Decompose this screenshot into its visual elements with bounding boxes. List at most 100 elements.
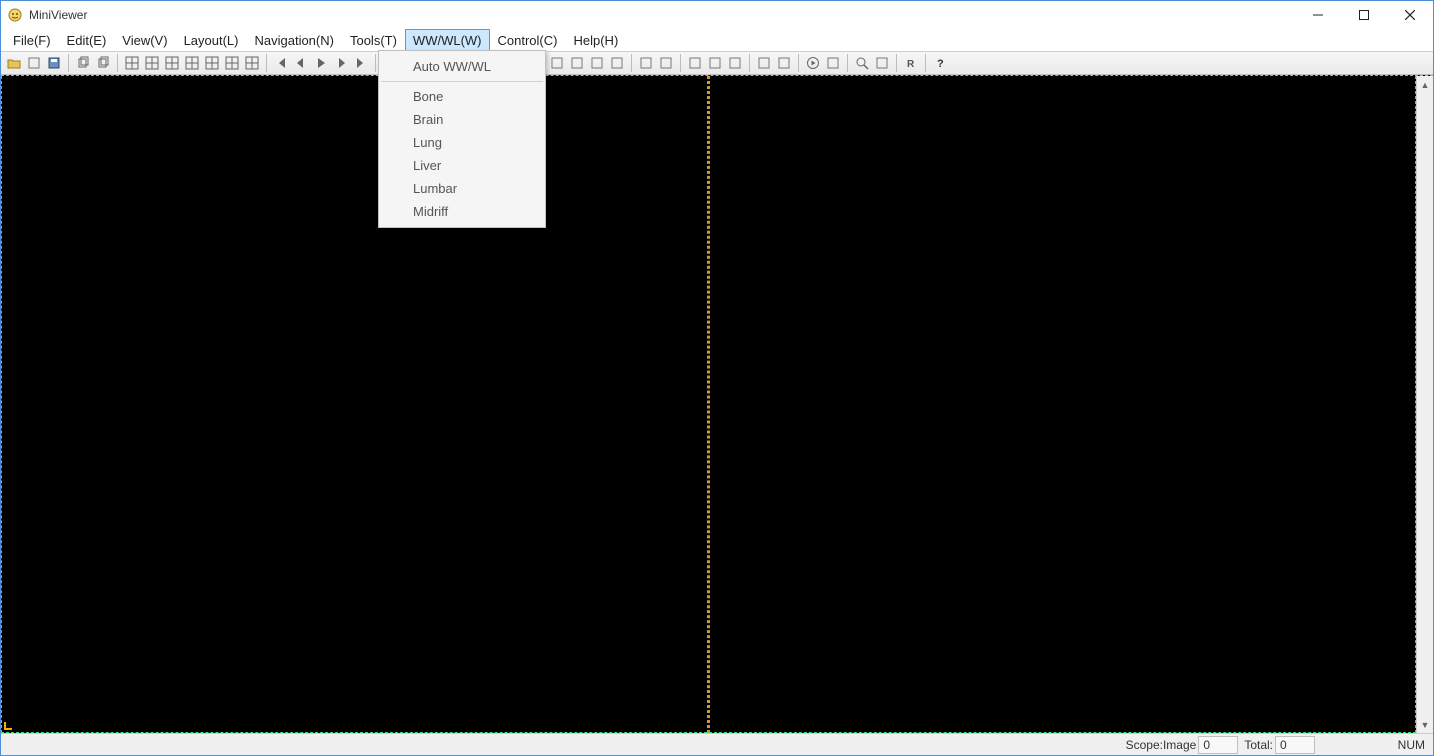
menu-item-view[interactable]: View(V)	[114, 29, 175, 51]
area-button[interactable]	[726, 54, 744, 72]
menu-item-navigation[interactable]: Navigation(N)	[246, 29, 341, 51]
settings-button[interactable]	[824, 54, 842, 72]
measure-icon	[570, 56, 584, 70]
copy-icon	[76, 56, 90, 70]
print-button[interactable]	[775, 54, 793, 72]
play-circle-icon	[806, 56, 820, 70]
menu-item-help[interactable]: Help(H)	[565, 29, 626, 51]
dropdown-item-liver[interactable]: Liver	[379, 154, 545, 177]
nav-last-button[interactable]	[352, 54, 370, 72]
roi-button[interactable]	[608, 54, 626, 72]
search-button[interactable]	[853, 54, 871, 72]
annotate-button[interactable]	[548, 54, 566, 72]
nav-next-icon	[334, 56, 348, 70]
settings-icon	[826, 56, 840, 70]
angle-icon	[590, 56, 604, 70]
protractor-icon	[708, 56, 722, 70]
layout-2x3-button[interactable]	[203, 54, 221, 72]
info-button[interactable]	[657, 54, 675, 72]
app-title: MiniViewer	[29, 8, 87, 22]
open-folder-icon	[7, 56, 21, 70]
paste-button[interactable]	[94, 54, 112, 72]
toolbar-separator	[847, 54, 848, 72]
export-button[interactable]	[755, 54, 773, 72]
dropdown-item-brain[interactable]: Brain	[379, 108, 545, 131]
print-icon	[777, 56, 791, 70]
protractor-button[interactable]	[706, 54, 724, 72]
menu-item-layout[interactable]: Layout(L)	[176, 29, 247, 51]
ruler-button[interactable]	[686, 54, 704, 72]
menu-item-control[interactable]: Control(C)	[490, 29, 566, 51]
statusbar: Scope:Image 0 Total: 0 NUM	[1, 733, 1433, 755]
layout-3x3-button[interactable]	[223, 54, 241, 72]
wwwl-dropdown-menu: Auto WW/WL BoneBrainLungLiverLumbarMidrif…	[378, 50, 546, 228]
close-button[interactable]	[1387, 1, 1433, 29]
angle-button[interactable]	[588, 54, 606, 72]
minimize-button[interactable]	[1295, 1, 1341, 29]
measure-button[interactable]	[568, 54, 586, 72]
search-icon	[855, 56, 869, 70]
info-icon	[659, 56, 673, 70]
dropdown-item-lung[interactable]: Lung	[379, 131, 545, 154]
toolbar-separator	[266, 54, 267, 72]
app-icon	[7, 7, 23, 23]
nav-next-button[interactable]	[332, 54, 350, 72]
library-button[interactable]	[873, 54, 891, 72]
layout-3x3-icon	[225, 56, 239, 70]
nav-play-button[interactable]	[312, 54, 330, 72]
toolbar-separator	[798, 54, 799, 72]
scroll-track[interactable]	[1417, 93, 1433, 716]
status-scope-value: 0	[1198, 736, 1238, 754]
toolbar: R?	[1, 51, 1433, 75]
status-num-indicator: NUM	[1319, 736, 1429, 754]
scroll-down-button[interactable]: ▼	[1417, 716, 1433, 733]
layout-1x2-button[interactable]	[143, 54, 161, 72]
dropdown-item-midriff[interactable]: Midriff	[379, 200, 545, 223]
status-total-value: 0	[1275, 736, 1315, 754]
tag-icon	[639, 56, 653, 70]
titlebar: MiniViewer	[1, 1, 1433, 29]
toolbar-separator	[375, 54, 376, 72]
tag-button[interactable]	[637, 54, 655, 72]
help-button[interactable]: ?	[931, 54, 949, 72]
layout-4x4-icon	[245, 56, 259, 70]
nav-last-icon	[354, 56, 368, 70]
dropdown-item-bone[interactable]: Bone	[379, 85, 545, 108]
pane-corner-marker-icon	[4, 722, 12, 730]
nav-first-button[interactable]	[272, 54, 290, 72]
viewer-area: ▲ ▼	[1, 75, 1433, 733]
open-folder-button[interactable]	[5, 54, 23, 72]
toolbar-separator	[896, 54, 897, 72]
toolbar-separator	[749, 54, 750, 72]
dropdown-item-lumbar[interactable]: Lumbar	[379, 177, 545, 200]
image-pane-right[interactable]	[709, 76, 1416, 733]
toolbar-separator	[117, 54, 118, 72]
open-file-button[interactable]	[25, 54, 43, 72]
layout-2x2-button[interactable]	[183, 54, 201, 72]
menu-item-edit[interactable]: Edit(E)	[59, 29, 115, 51]
play-circle-button[interactable]	[804, 54, 822, 72]
menu-item-tools[interactable]: Tools(T)	[342, 29, 405, 51]
app-window: MiniViewer File(F)Edit(E)View(V)Layout(L…	[0, 0, 1434, 756]
copy-button[interactable]	[74, 54, 92, 72]
scroll-up-button[interactable]: ▲	[1417, 76, 1433, 93]
reset-button[interactable]: R	[902, 54, 920, 72]
nav-prev-button[interactable]	[292, 54, 310, 72]
layout-1x1-icon	[125, 56, 139, 70]
status-scope-label: Scope:Image	[1124, 738, 1199, 752]
dropdown-item-auto-ww-wl[interactable]: Auto WW/WL	[379, 55, 545, 78]
export-icon	[757, 56, 771, 70]
annotate-icon	[550, 56, 564, 70]
layout-1x1-button[interactable]	[123, 54, 141, 72]
layout-4x4-button[interactable]	[243, 54, 261, 72]
vertical-scrollbar[interactable]: ▲ ▼	[1416, 76, 1433, 733]
image-pane-left[interactable]	[1, 76, 707, 733]
layout-2x1-button[interactable]	[163, 54, 181, 72]
menu-item-file[interactable]: File(F)	[5, 29, 59, 51]
maximize-button[interactable]	[1341, 1, 1387, 29]
layout-2x3-icon	[205, 56, 219, 70]
reset-icon: R	[904, 56, 918, 70]
open-file-icon	[27, 56, 41, 70]
menu-item-ww/wl[interactable]: WW/WL(W)	[405, 29, 490, 51]
save-button[interactable]	[45, 54, 63, 72]
